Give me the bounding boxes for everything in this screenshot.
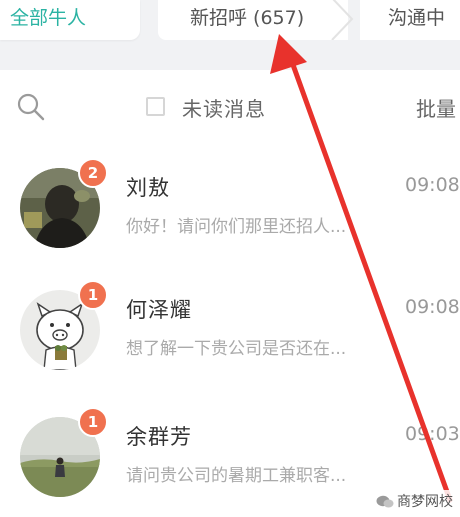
message-preview: 请问贵公司的暑期工兼职客... [126,466,347,486]
message-preview: 你好！请问你们那里还招人... [126,217,347,237]
tab-new-greetings-label: 新招呼 (657) [190,7,305,29]
message-preview: 想了解一下贵公司是否还在... [126,339,347,359]
message-time: 09:03 [405,423,460,445]
message-time: 09:08 [405,174,460,196]
unread-checkbox[interactable] [146,97,165,116]
conversation-item[interactable]: 2 刘敖 09:08 你好！请问你们那里还招人... [0,148,460,268]
contact-name: 何泽耀 [126,298,192,322]
message-time: 09:08 [405,296,460,318]
tab-bar: 全部牛人 新招呼 (657) 沟通中 [0,0,460,70]
conversation-item[interactable]: 1 何泽耀 09:08 想了解一下贵公司是否还在... [0,270,460,390]
unread-badge: 1 [78,280,108,310]
wechat-icon [376,495,394,508]
tab-communicating-label: 沟通中 [388,7,446,29]
watermark-text: 商梦网校 [397,494,453,510]
batch-button[interactable]: 批量 [416,93,456,122]
unread-badge: 1 [78,407,108,437]
filter-bar: 未读消息 批量 [0,70,460,149]
contact-name: 刘敖 [126,176,170,200]
tab-all-talents-label: 全部牛人 [10,7,87,29]
tab-new-greetings[interactable]: 新招呼 (657) [158,0,354,40]
watermark: 商梦网校 [372,490,457,514]
tab-communicating[interactable]: 沟通中 [360,0,460,40]
search-icon[interactable] [16,92,46,122]
contact-name: 余群芳 [126,425,192,449]
unread-badge: 2 [78,158,108,188]
unread-filter-label[interactable]: 未读消息 [182,93,266,122]
tab-all-talents[interactable]: 全部牛人 [0,0,140,40]
